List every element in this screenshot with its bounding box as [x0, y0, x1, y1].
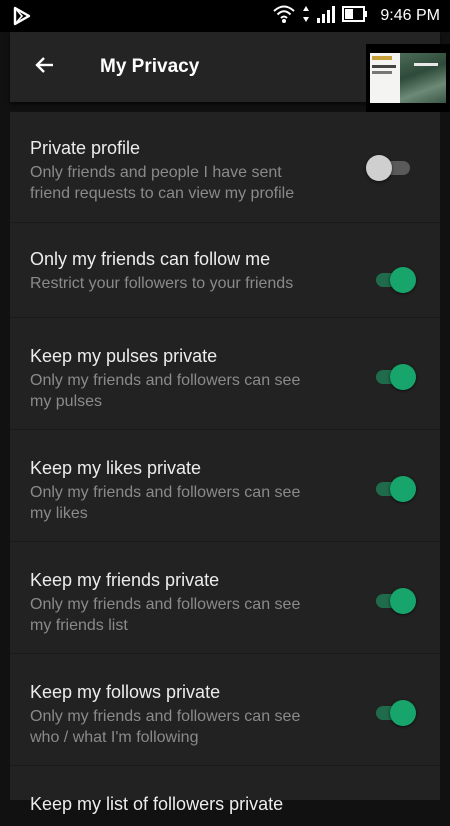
setting-row-private-profile[interactable]: Private profile Only friends and people …: [10, 112, 440, 223]
back-button[interactable]: [10, 32, 80, 102]
battery-icon: [342, 5, 368, 27]
mini-player-thumbnail[interactable]: [366, 44, 450, 112]
private-profile-toggle[interactable]: [366, 153, 416, 183]
setting-title: Private profile: [30, 138, 141, 158]
data-arrows-icon: [302, 4, 310, 28]
setting-title: Keep my follows private: [30, 682, 221, 702]
setting-title: Keep my friends private: [30, 570, 220, 590]
setting-description: Only my friends and followers can see wh…: [30, 708, 301, 746]
setting-row-friends-follow[interactable]: Only my friends can follow me Restrict y…: [10, 223, 440, 318]
setting-title: Only my friends can follow me: [30, 249, 271, 269]
friends-private-toggle[interactable]: [374, 586, 416, 616]
setting-description: Only friends and people I have sent frie…: [30, 164, 295, 202]
setting-title: Keep my pulses private: [30, 346, 218, 366]
setting-row-friends-private[interactable]: Keep my friends private Only my friends …: [10, 542, 440, 654]
setting-description: Only my friends and followers can see my…: [30, 372, 301, 410]
setting-title: Keep my likes private: [30, 458, 202, 478]
wifi-icon: [272, 4, 296, 28]
page-title: My Privacy: [100, 56, 200, 77]
privacy-settings-list: Private profile Only friends and people …: [10, 112, 440, 814]
setting-row-follows-private[interactable]: Keep my follows private Only my friends …: [10, 654, 440, 766]
status-time: 9:46 PM: [380, 7, 440, 24]
play-store-icon: [12, 5, 34, 27]
back-arrow-icon: [33, 53, 57, 81]
signal-icon: [316, 4, 336, 28]
setting-row-likes-private[interactable]: Keep my likes private Only my friends an…: [10, 430, 440, 542]
setting-description: Only my friends and followers can see my…: [30, 596, 301, 634]
status-bar: 9:46 PM: [0, 0, 450, 32]
setting-description: Only my friends and followers can see my…: [30, 484, 301, 522]
album-art-image: [370, 53, 446, 103]
friends-follow-toggle[interactable]: [374, 265, 416, 295]
setting-description: Restrict your followers to your friends: [30, 275, 294, 292]
setting-row-pulses-private[interactable]: Keep my pulses private Only my friends a…: [10, 318, 440, 430]
pulses-private-toggle[interactable]: [374, 362, 416, 392]
likes-private-toggle[interactable]: [374, 474, 416, 504]
setting-title: Keep my list of followers private: [30, 794, 284, 814]
setting-row-followers-list-private[interactable]: Keep my list of followers private: [10, 766, 440, 826]
follows-private-toggle[interactable]: [374, 698, 416, 728]
